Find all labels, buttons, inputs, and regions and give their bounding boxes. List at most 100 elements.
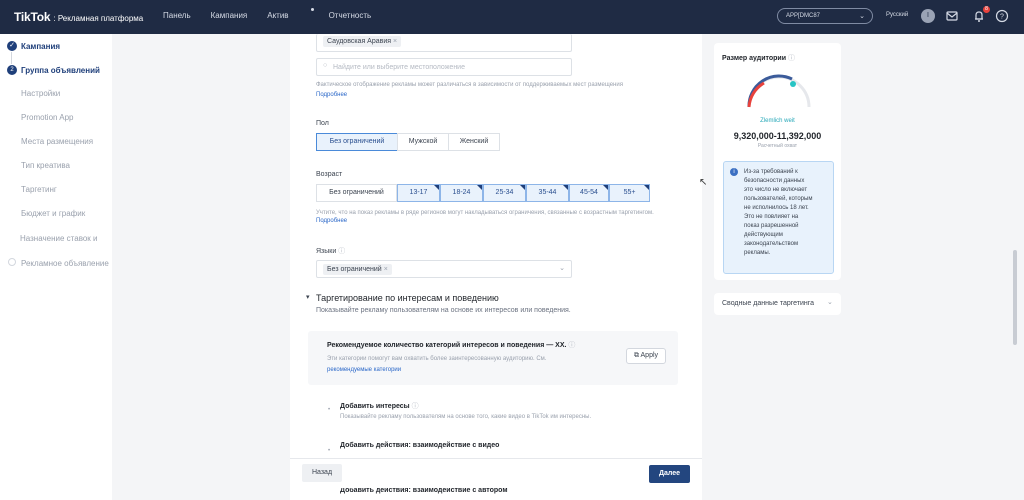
tiktok-logo[interactable]: TikTok : Рекламная платформа <box>14 10 143 24</box>
languages-label: Языки <box>316 248 337 255</box>
sidebar-item-campaign[interactable]: Кампания <box>21 42 60 51</box>
age-label-35-44: 35-44 <box>538 189 557 196</box>
info-icon[interactable]: ⓘ <box>568 342 575 349</box>
age-note-text: Учтите, что на показ рекламы в ряде реги… <box>316 210 654 216</box>
age-option-any[interactable]: Без ограничений <box>316 184 397 202</box>
age-note: Учтите, что на показ рекламы в ряде реги… <box>316 209 672 225</box>
age-option-55-plus[interactable]: 55+ <box>609 184 650 202</box>
location-tag-label: Саудовская Аравия <box>327 38 392 45</box>
form-footer: Назад Далее <box>290 458 702 488</box>
gender-option-male[interactable]: Мужской <box>397 133 449 151</box>
age-label-55-plus: 55+ <box>623 189 636 196</box>
apply-button[interactable]: ⧉ Apply <box>626 348 666 364</box>
language-tag: Без ограничений × <box>323 264 392 275</box>
selected-corner-icon <box>603 185 608 190</box>
add-interests-description: Показывайте рекламу пользователям на осн… <box>340 414 592 420</box>
sidebar-item-budget[interactable]: Бюджет и график <box>21 209 85 218</box>
age-label-13-17: 13-17 <box>409 189 428 196</box>
sidebar-item-targeting[interactable]: Таргетинг <box>21 185 57 194</box>
account-selector[interactable]: APP[DMC87 ⌄ <box>777 8 873 24</box>
chevron-down-icon: ⌄ <box>559 265 565 272</box>
age-label-45-54: 45-54 <box>580 189 598 196</box>
age-option-35-44[interactable]: 35-44 <box>526 184 569 202</box>
brand-subtitle: : Рекламная платформа <box>53 14 144 23</box>
back-button[interactable]: Назад <box>302 464 342 482</box>
search-placeholder: Найдите или выберите местоположение <box>333 64 465 71</box>
location-more-link[interactable]: Подробнее <box>316 92 347 98</box>
close-icon[interactable]: × <box>384 266 388 273</box>
messages-icon[interactable] <box>945 9 959 23</box>
sidebar-item-creative-type[interactable]: Тип креатива <box>21 161 70 170</box>
add-interests-label: Добавить интересы <box>340 403 410 410</box>
step-number: 2 <box>7 65 17 75</box>
close-icon[interactable]: × <box>393 38 397 45</box>
interests-section-subtitle: Показывайте рекламу пользователям на осн… <box>316 307 571 314</box>
language-selector[interactable]: Русский <box>886 12 908 18</box>
bullet-icon: • <box>328 407 331 413</box>
chevron-down-icon: ⌄ <box>859 13 865 20</box>
apply-label: Apply <box>640 352 659 359</box>
age-more-link[interactable]: Подробнее <box>316 218 347 224</box>
sidebar-item-promotion-app[interactable]: Promotion App <box>21 113 73 122</box>
apply-icon: ⧉ <box>633 352 639 359</box>
age-option-18-24[interactable]: 18-24 <box>440 184 483 202</box>
avatar[interactable]: I <box>921 9 935 23</box>
audience-title: Размер аудитории <box>722 55 787 62</box>
audience-status: Zlemlich weit <box>760 118 795 124</box>
age-label-25-34: 25-34 <box>495 189 514 196</box>
add-interests-row[interactable]: Добавить интересы ⓘ <box>340 401 419 411</box>
selected-corner-icon <box>520 185 525 190</box>
audience-range: 9,320,000-11,392,000 <box>733 131 822 141</box>
add-creator-actions-row[interactable]: Добавить действия: взаимодействие с авто… <box>340 487 508 494</box>
age-label-18-24: 18-24 <box>452 189 471 196</box>
cursor-icon: ↖ <box>699 177 708 188</box>
interests-section-title: Таргетирование по интересам и поведению <box>316 293 499 303</box>
help-icon[interactable]: ? <box>995 9 1009 23</box>
main-nav: Панель Кампания Актив Отчетность <box>163 8 391 20</box>
audience-info-box: i Из-за требований к безопасности данных… <box>723 161 834 274</box>
targeting-summary-label: Сводные данные таргетинга <box>722 300 815 307</box>
nav-campaign[interactable]: Кампания <box>211 11 248 20</box>
location-search-input[interactable]: ○ Найдите или выберите местоположение <box>316 58 572 76</box>
recommendation-title: Рекомендуемое количество категорий интер… <box>327 342 567 349</box>
languages-select[interactable]: Без ограничений × ⌄ <box>316 260 572 278</box>
recommendation-title-row: Рекомендуемое количество категорий интер… <box>327 340 575 350</box>
page-scrollbar[interactable] <box>1013 250 1017 345</box>
gender-option-female[interactable]: Женский <box>448 133 500 151</box>
audience-size-panel: Размер аудитории ⓘ Zlemlich weit 9,320,0… <box>714 43 841 280</box>
step-connector <box>11 52 12 64</box>
sidebar-item-placements[interactable]: Места размещения <box>21 137 93 146</box>
next-button[interactable]: Далее <box>649 465 690 483</box>
age-option-45-54[interactable]: 45-54 <box>569 184 609 202</box>
collapse-caret-icon[interactable]: ▾ <box>306 293 310 301</box>
info-icon[interactable]: ⓘ <box>788 55 795 62</box>
info-icon[interactable]: ⓘ <box>412 403 419 410</box>
gender-option-any[interactable]: Без ограничений <box>316 133 398 151</box>
location-select[interactable]: Саудовская Аравия × <box>316 34 572 52</box>
info-icon[interactable]: ⓘ <box>338 248 345 255</box>
audience-gauge <box>747 74 811 108</box>
chevron-down-icon: ⌄ <box>827 299 833 306</box>
nav-dashboard[interactable]: Панель <box>163 11 191 20</box>
nav-reporting[interactable]: Отчетность <box>329 11 372 20</box>
add-video-actions-row[interactable]: Добавить действия: взаимодействие с виде… <box>340 442 499 449</box>
nav-assets-label: Актив <box>267 11 289 20</box>
bullet-icon: • <box>328 448 331 454</box>
notification-badge: 8 <box>983 6 990 13</box>
recommendation-text: Эти категории помогут вам охватить более… <box>327 356 547 362</box>
nav-assets[interactable]: Актив <box>267 8 314 20</box>
sidebar-item-ad-group[interactable]: Группа объявлений <box>21 66 100 75</box>
steps-sidebar: ✓ Кампания 2 Группа объявлений Настройки… <box>0 34 112 500</box>
age-option-13-17[interactable]: 13-17 <box>397 184 440 202</box>
sidebar-item-bidding[interactable]: Назначение ставок и <box>20 234 98 243</box>
selected-corner-icon <box>563 185 568 190</box>
recommended-categories-link[interactable]: рекомендуемые категории <box>327 367 401 373</box>
age-option-25-34[interactable]: 25-34 <box>483 184 526 202</box>
top-navigation-bar: TikTok : Рекламная платформа Панель Камп… <box>0 0 1024 34</box>
new-indicator-dot <box>310 8 314 11</box>
sidebar-item-ad[interactable]: Рекламное объявление <box>21 259 109 268</box>
sidebar-item-settings[interactable]: Настройки <box>21 89 60 98</box>
targeting-summary-toggle[interactable]: Сводные данные таргетинга ⌄ <box>714 293 841 315</box>
location-tag: Саудовская Аравия × <box>323 36 402 47</box>
brand-name: TikTok <box>14 10 51 24</box>
